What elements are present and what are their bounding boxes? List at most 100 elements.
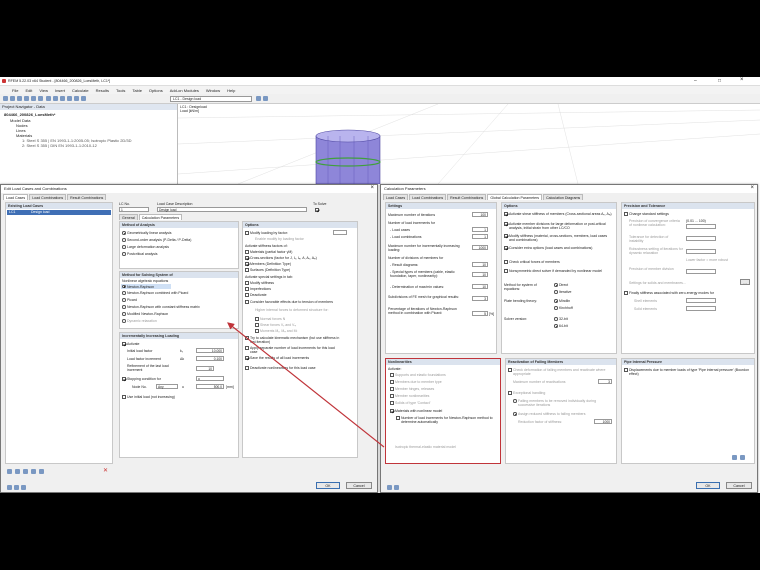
- to-solve-checkbox[interactable]: [315, 208, 319, 212]
- max-reactivations-field[interactable]: 3: [598, 379, 612, 384]
- check-deformation-checkbox[interactable]: [508, 368, 512, 372]
- stiffness-surfaces-checkbox[interactable]: [245, 268, 249, 272]
- load-cases-field[interactable]: 1: [472, 227, 488, 232]
- results-icon[interactable]: [53, 96, 58, 101]
- moments-checkbox[interactable]: [255, 329, 259, 333]
- max-incremental-field[interactable]: 1000: [472, 245, 488, 250]
- tab-calculation-diagrams[interactable]: Calculation Diagrams: [543, 194, 584, 200]
- precision-convergence-field[interactable]: [686, 224, 716, 229]
- info-icon[interactable]: [14, 485, 19, 490]
- modify-loading-checkbox[interactable]: [245, 231, 249, 235]
- cancel-button[interactable]: Cancel: [346, 482, 372, 489]
- activate-incremental-checkbox[interactable]: [122, 342, 126, 346]
- radio-nr-constant[interactable]: [122, 305, 126, 309]
- graphics-window[interactable]: LC1 : Designload Load [kN/m]: [178, 104, 760, 184]
- radio-newton-raphson[interactable]: [122, 284, 126, 288]
- special-types-field[interactable]: 10: [472, 272, 488, 277]
- close-icon[interactable]: ×: [740, 77, 744, 83]
- solids-contact-checkbox[interactable]: [390, 401, 394, 405]
- radio-postcritical[interactable]: [122, 252, 126, 256]
- copy-load-case-icon[interactable]: [15, 469, 20, 474]
- open-icon[interactable]: [10, 96, 15, 101]
- modify-stiffness-checkbox[interactable]: [504, 234, 508, 238]
- radio-mindlin[interactable]: [554, 299, 558, 303]
- lc-no-field[interactable]: 1: [119, 207, 149, 212]
- extra-options-checkbox[interactable]: [504, 246, 508, 250]
- finally-stiffness-checkbox[interactable]: [624, 291, 628, 295]
- load-case-description-field[interactable]: Design load: [157, 207, 307, 212]
- menu-edit[interactable]: Edit: [25, 88, 32, 93]
- radio-second-order[interactable]: [122, 238, 126, 242]
- menu-calculate[interactable]: Calculate: [72, 88, 89, 93]
- minimize-icon[interactable]: –: [694, 78, 697, 84]
- load-case-row[interactable]: LC1 Design load: [7, 210, 111, 215]
- new-load-case-icon[interactable]: [7, 469, 12, 474]
- tolerance-instability-field[interactable]: [686, 236, 716, 241]
- radio-dynamic-relaxation[interactable]: [122, 319, 126, 323]
- stiffness-cross-sections-checkbox[interactable]: [245, 256, 249, 260]
- pipe-displacement-checkbox[interactable]: [624, 368, 628, 372]
- deactivate-checkbox[interactable]: [245, 293, 249, 297]
- radio-large-deformation[interactable]: [122, 245, 126, 249]
- print-icon[interactable]: [24, 96, 29, 101]
- close-icon[interactable]: ×: [750, 185, 754, 191]
- subdivisions-field[interactable]: 3: [472, 296, 488, 301]
- menu-window[interactable]: Window: [206, 88, 220, 93]
- ok-button[interactable]: OK: [316, 482, 340, 489]
- zoom-icon[interactable]: [60, 96, 65, 101]
- member-hinges-checkbox[interactable]: [390, 387, 394, 391]
- radio-direct[interactable]: [554, 283, 558, 287]
- stopping-condition-select[interactable]: u: [196, 376, 224, 381]
- use-initial-load-checkbox[interactable]: [122, 395, 126, 399]
- menu-file[interactable]: File: [12, 88, 18, 93]
- shear-stiffness-checkbox[interactable]: [504, 212, 508, 216]
- member-type-checkbox[interactable]: [390, 380, 394, 384]
- export-settings-icon[interactable]: [740, 455, 745, 460]
- tab-load-combinations[interactable]: Load Combinations: [409, 194, 447, 200]
- radio-modified-nr[interactable]: [122, 312, 126, 316]
- nav-item-material-2[interactable]: 2: Steel S 355 | DIN EN 1993-1-1:2010-12: [22, 143, 97, 148]
- help-icon[interactable]: [7, 485, 12, 490]
- member-nonlinearities-checkbox[interactable]: [390, 394, 394, 398]
- percentage-field[interactable]: 5: [472, 311, 488, 316]
- load-case-selector[interactable]: LC1 - Design load: [170, 96, 252, 102]
- exceptional-checkbox[interactable]: [508, 391, 512, 395]
- initial-load-factor-field[interactable]: 10.000: [196, 348, 224, 353]
- settings-solids-button[interactable]: …: [740, 279, 750, 285]
- tab-general[interactable]: General: [119, 214, 138, 220]
- tab-load-cases[interactable]: Load Cases: [383, 194, 409, 200]
- cancel-button[interactable]: Cancel: [726, 482, 752, 489]
- radio-64-bit[interactable]: [554, 324, 558, 328]
- modify-stiffness-checkbox[interactable]: [245, 281, 249, 285]
- menu-help[interactable]: Help: [227, 88, 235, 93]
- consider-favorable-checkbox[interactable]: [245, 300, 249, 304]
- radio-32-bit[interactable]: [554, 317, 558, 321]
- menu-add-on-modules[interactable]: Add-on Modules: [170, 88, 199, 93]
- load-combinations-field[interactable]: 1: [472, 234, 488, 239]
- refinement-field[interactable]: 10: [196, 366, 214, 371]
- save-icon[interactable]: [17, 96, 22, 101]
- previous-lc-icon[interactable]: [256, 96, 261, 101]
- stiffness-materials-checkbox[interactable]: [245, 250, 249, 254]
- shear-forces-checkbox[interactable]: [255, 323, 259, 327]
- display-icon[interactable]: [81, 96, 86, 101]
- modify-loading-field[interactable]: [333, 230, 347, 235]
- save-results-checkbox[interactable]: [245, 356, 249, 360]
- critical-forces-checkbox[interactable]: [504, 260, 508, 264]
- load-factor-increment-field[interactable]: 0.100: [196, 356, 224, 361]
- stiffness-members-checkbox[interactable]: [245, 262, 249, 266]
- apply-separate-checkbox[interactable]: [245, 346, 249, 350]
- view-icon[interactable]: [67, 96, 72, 101]
- imperfections-checkbox[interactable]: [245, 287, 249, 291]
- radio-nr-picard[interactable]: [122, 291, 126, 295]
- stopping-condition-checkbox[interactable]: [122, 377, 126, 381]
- radio-iterative[interactable]: [554, 290, 558, 294]
- radio-kirchhoff[interactable]: [554, 306, 558, 310]
- member-divisions-checkbox[interactable]: [504, 222, 508, 226]
- menu-tools[interactable]: Tools: [116, 88, 125, 93]
- close-icon[interactable]: ×: [370, 185, 374, 191]
- menu-table[interactable]: Table: [132, 88, 142, 93]
- undo-icon[interactable]: [31, 96, 36, 101]
- export-icon[interactable]: [39, 469, 44, 474]
- max-iterations-field[interactable]: 100: [472, 212, 488, 217]
